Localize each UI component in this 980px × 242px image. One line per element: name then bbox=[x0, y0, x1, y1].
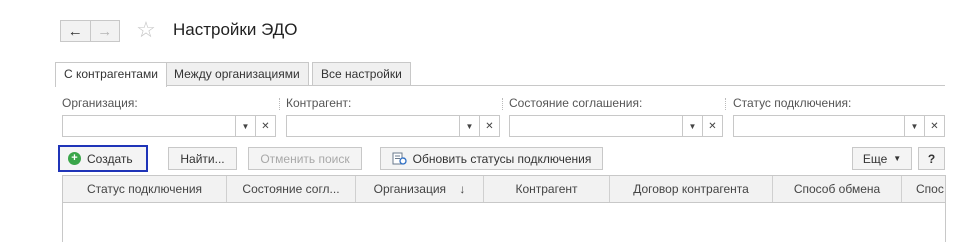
filter-counterparty-label: Контрагент: bbox=[286, 96, 352, 110]
close-icon: ✕ bbox=[261, 120, 270, 132]
column-header-counterparty-contract[interactable]: Договор контрагента bbox=[610, 176, 772, 202]
tab-between-organizations[interactable]: Между организациями bbox=[165, 62, 309, 86]
filter-organization-dropdown-button[interactable]: ▼ bbox=[236, 115, 256, 137]
more-button-label: Еще bbox=[862, 151, 888, 166]
back-arrow-icon: ← bbox=[67, 22, 83, 40]
create-button[interactable]: + Создать bbox=[58, 145, 148, 172]
filter-organization-input[interactable] bbox=[62, 115, 236, 137]
column-header-agreement-state[interactable]: Состояние согл... bbox=[227, 176, 355, 202]
filter-connection-status-dropdown-button[interactable]: ▼ bbox=[905, 115, 925, 137]
filter-organization-label: Организация: bbox=[62, 96, 138, 110]
column-header-organization[interactable]: Организация ↓ bbox=[356, 176, 483, 202]
refresh-connection-statuses-label: Обновить статусы подключения bbox=[412, 151, 592, 166]
sort-down-icon: ↓ bbox=[459, 182, 466, 196]
chevron-down-icon: ▼ bbox=[910, 121, 919, 131]
plus-icon: + bbox=[68, 152, 81, 165]
filter-separator bbox=[725, 98, 726, 110]
filter-connection-status-input[interactable] bbox=[733, 115, 905, 137]
chevron-down-icon: ▼ bbox=[893, 154, 902, 163]
close-icon: ✕ bbox=[708, 120, 717, 132]
filter-separator bbox=[279, 98, 280, 110]
filter-counterparty-dropdown-button[interactable]: ▼ bbox=[460, 115, 480, 137]
back-button[interactable]: ← bbox=[61, 21, 90, 41]
column-header-exchange-method[interactable]: Способ обмена bbox=[773, 176, 901, 202]
tab-with-counterparties[interactable]: С контрагентами bbox=[55, 62, 167, 87]
cancel-search-button[interactable]: Отменить поиск bbox=[248, 147, 362, 170]
filter-agreement-state-clear-button[interactable]: ✕ bbox=[703, 115, 723, 137]
filter-counterparty-clear-button[interactable]: ✕ bbox=[480, 115, 500, 137]
filter-separator bbox=[502, 98, 503, 110]
chevron-down-icon: ▼ bbox=[241, 121, 250, 131]
chevron-down-icon: ▼ bbox=[688, 121, 697, 131]
filter-agreement-state-dropdown-button[interactable]: ▼ bbox=[683, 115, 703, 137]
column-header-counterparty[interactable]: Контрагент bbox=[484, 176, 609, 202]
column-header-connection-status[interactable]: Статус подключения bbox=[63, 176, 226, 202]
filter-connection-status-clear-button[interactable]: ✕ bbox=[925, 115, 945, 137]
table-body[interactable] bbox=[62, 203, 946, 242]
navigation-group: ← → bbox=[60, 20, 120, 42]
find-button[interactable]: Найти... bbox=[168, 147, 237, 170]
close-icon: ✕ bbox=[485, 120, 494, 132]
close-icon: ✕ bbox=[930, 120, 939, 132]
filter-agreement-state-input[interactable] bbox=[509, 115, 683, 137]
filter-connection-status-label: Статус подключения: bbox=[733, 96, 852, 110]
filter-agreement-state-label: Состояние соглашения: bbox=[509, 96, 643, 110]
chevron-down-icon: ▼ bbox=[465, 121, 474, 131]
refresh-document-icon bbox=[392, 152, 407, 165]
forward-button[interactable]: → bbox=[89, 21, 120, 41]
filter-organization-clear-button[interactable]: ✕ bbox=[256, 115, 276, 137]
more-button[interactable]: Еще ▼ bbox=[852, 147, 912, 170]
column-header-organization-label: Организация bbox=[373, 182, 447, 196]
create-button-label: Создать bbox=[87, 151, 133, 166]
tab-divider bbox=[55, 85, 945, 86]
forward-arrow-icon: → bbox=[97, 22, 113, 40]
page-title: Настройки ЭДО bbox=[173, 20, 298, 39]
column-header-exchange-method-2[interactable]: Спос bbox=[902, 176, 946, 202]
filter-counterparty-input[interactable] bbox=[286, 115, 460, 137]
table-header: Статус подключения Состояние согл... Орг… bbox=[62, 175, 946, 203]
favorite-star-icon[interactable]: ☆ bbox=[134, 18, 158, 42]
help-button[interactable]: ? bbox=[918, 147, 945, 170]
refresh-connection-statuses-button[interactable]: Обновить статусы подключения bbox=[380, 147, 603, 170]
tab-all-settings[interactable]: Все настройки bbox=[312, 62, 411, 86]
